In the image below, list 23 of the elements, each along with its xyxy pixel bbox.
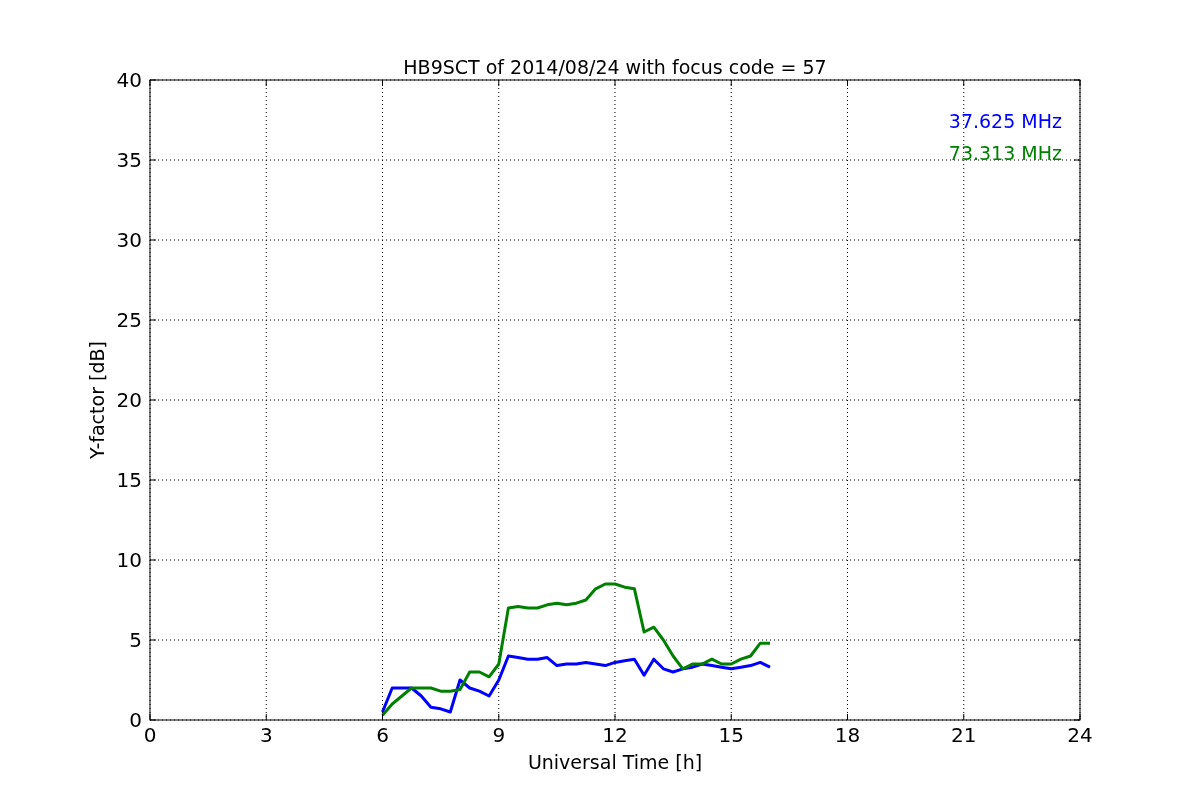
y-tick-label: 10: [116, 548, 142, 572]
chart-title: HB9SCT of 2014/08/24 with focus code = 57: [403, 56, 827, 78]
y-tick-label: 35: [116, 148, 142, 172]
x-tick-label: 6: [376, 723, 389, 747]
y-axis-label: Y-factor [dB]: [86, 341, 108, 459]
x-tick-label: 0: [143, 723, 157, 747]
x-tick-label: 21: [951, 723, 977, 747]
x-tick-label: 12: [602, 723, 628, 747]
x-tick-label: 24: [1067, 723, 1093, 747]
y-tick-label: 15: [116, 468, 142, 492]
x-tick-label: 15: [718, 723, 744, 747]
y-tick-label: 25: [116, 308, 142, 332]
x-tick-label: 3: [259, 723, 273, 747]
legend-label: 73.313 MHz: [948, 142, 1062, 164]
y-tick-label: 0: [129, 708, 142, 732]
y-tick-label: 5: [129, 628, 142, 652]
y-tick-label: 30: [116, 228, 142, 252]
x-tick-label: 18: [834, 723, 861, 747]
y-tick-label: 20: [116, 388, 142, 412]
y-tick-label: 40: [116, 68, 142, 92]
legend-label: 37.625 MHz: [948, 110, 1062, 132]
x-axis-label: Universal Time [h]: [527, 751, 703, 773]
x-tick-label: 9: [492, 723, 506, 747]
